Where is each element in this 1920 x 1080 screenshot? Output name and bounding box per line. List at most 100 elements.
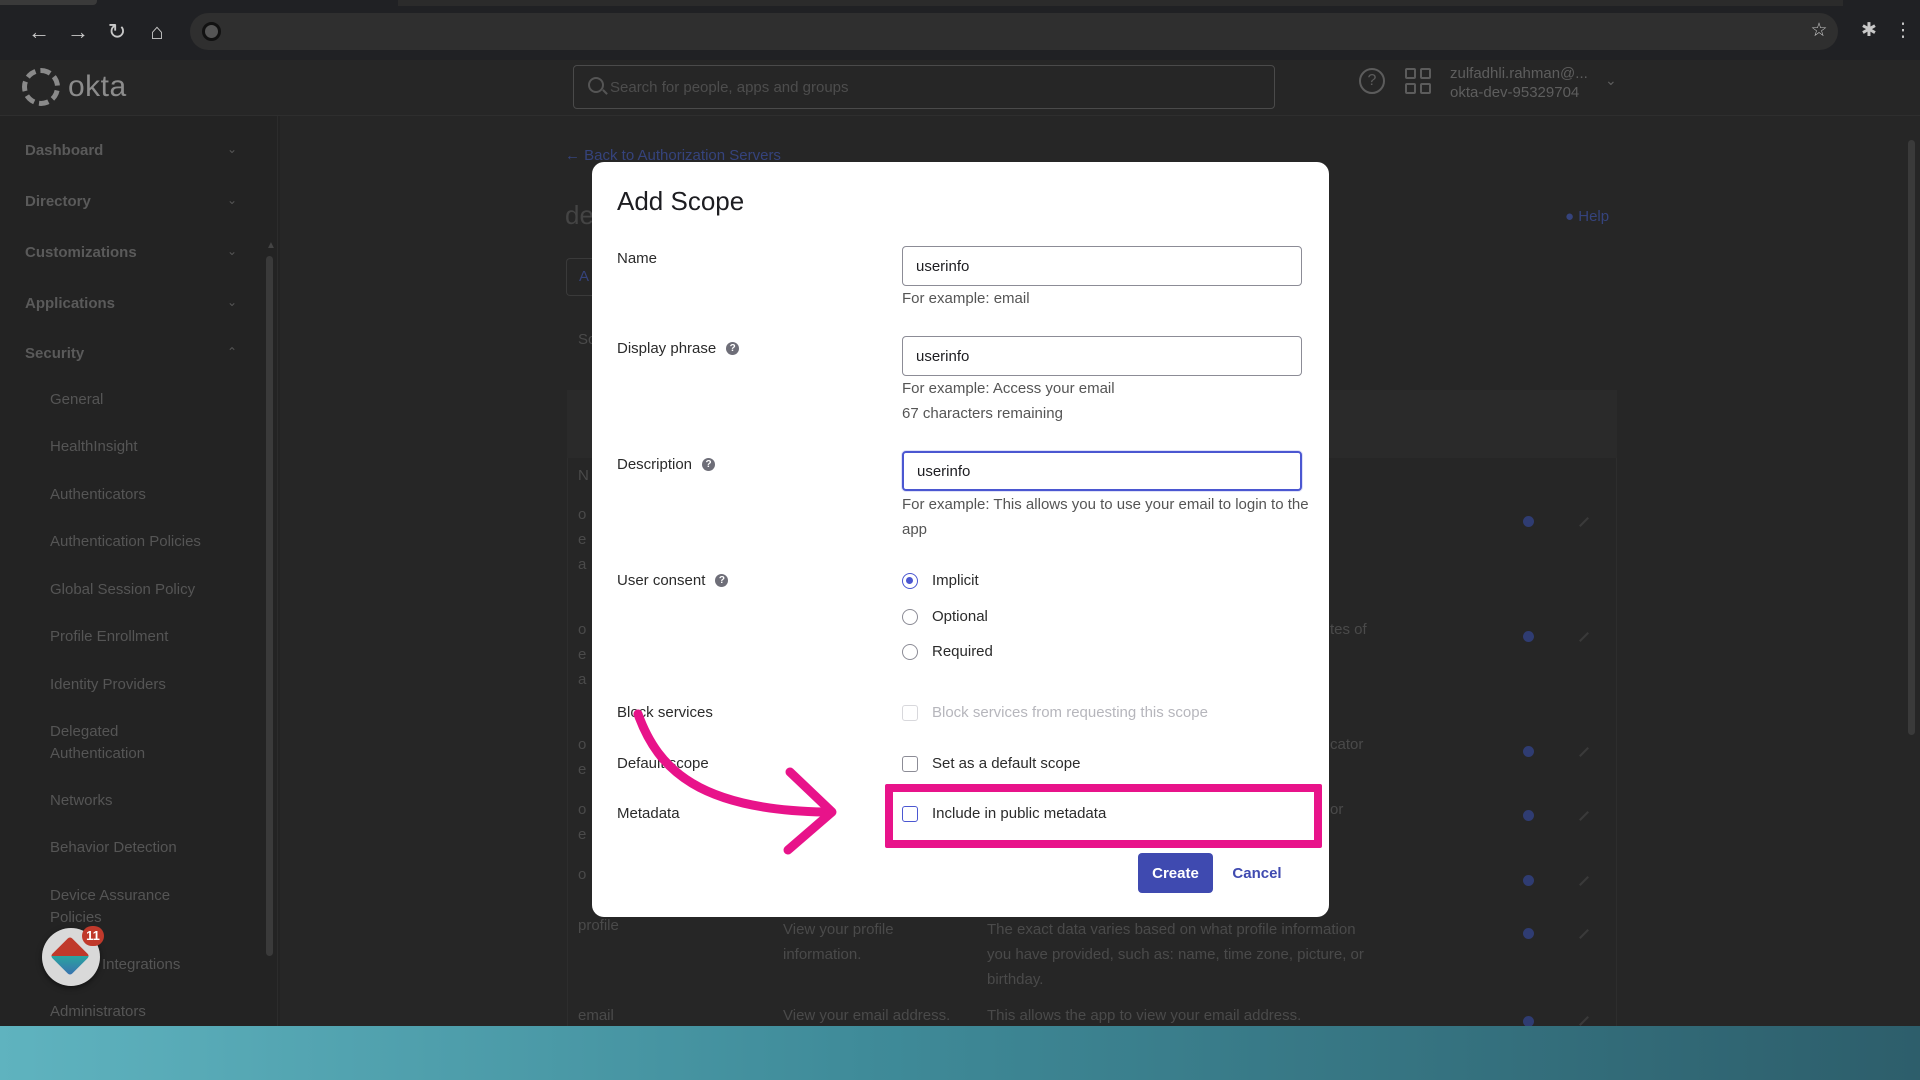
sidebar-item-directory[interactable]: Directory [25,193,91,210]
checkbox[interactable] [902,755,918,772]
address-bar[interactable] [190,13,1838,50]
forward-arrow-icon[interactable]: → [64,18,92,46]
bookmark-star-icon[interactable]: ☆ [1806,18,1832,44]
assistant-widget[interactable]: 11 [42,926,104,986]
sidebar-scrollbar[interactable] [266,256,273,956]
checkbox-label: Include in public metadata [932,805,1107,822]
scope-display-email: View your email address. [783,1007,951,1024]
radio-button[interactable] [902,643,918,660]
info-icon[interactable] [1523,928,1534,939]
default-scope-checkbox-row[interactable]: Set as a default scope [902,755,1080,772]
name-label: Name [617,250,657,267]
info-icon[interactable] [1523,631,1534,642]
okta-logo[interactable]: okta [22,68,127,106]
help-icon[interactable]: ? [1359,68,1385,94]
scope-description-profile: The exact data varies based on what prof… [987,921,1364,988]
site-info-icon[interactable] [202,22,221,41]
display-phrase-label: Display phrase ? [617,340,740,357]
sidebar-subitem-delegated-authentication[interactable]: Delegated Authentication [50,721,190,765]
sidebar-subitem-authenticators[interactable]: Authenticators [50,484,250,506]
sidebar-item-customizations[interactable]: Customizations [25,244,137,261]
public-metadata-checkbox-row[interactable]: Include in public metadata [902,805,1106,822]
info-icon[interactable] [1523,810,1534,821]
table-header-fragment: N [578,467,589,484]
question-icon[interactable]: ? [715,574,729,587]
radio-label: Optional [932,608,988,625]
question-icon[interactable]: ? [702,458,716,471]
page-scrollbar[interactable] [1908,140,1915,735]
table-row-fragment: tes of [1330,621,1367,638]
consent-option-optional[interactable]: Optional [902,608,988,625]
table-row-fragment: o [578,866,587,883]
scope-name-profile: profile [578,917,619,934]
sidebar-subitem-general[interactable]: General [50,389,250,411]
browser-tab[interactable] [0,0,97,5]
search-input[interactable] [610,66,1260,108]
sidebar-item-applications[interactable]: Applications [25,295,115,312]
consent-option-implicit[interactable]: Implicit [902,572,979,589]
annotation-arrow-icon [633,709,837,855]
display-phrase-input[interactable] [902,336,1302,376]
help-link[interactable]: ● Help [1565,208,1609,225]
sidebar-item-security[interactable]: Security [25,345,84,362]
user-menu[interactable]: zulfadhli.rahman@... okta-dev-95329704 [1450,64,1588,102]
browser-menu-icon[interactable]: ⋮ [1890,18,1916,44]
info-icon[interactable] [1523,516,1534,527]
info-icon[interactable] [1523,746,1534,757]
home-icon[interactable]: ⌂ [143,18,171,46]
description-input[interactable] [902,451,1302,491]
chevron-down-icon[interactable]: ⌄ [227,193,237,207]
app-grid-icon[interactable] [1405,68,1431,94]
page-title-fragment: de [565,200,594,230]
cancel-button[interactable]: Cancel [1225,853,1289,893]
table-row-fragment: a [578,671,587,688]
checkbox[interactable] [902,805,918,822]
display-phrase-label-text: Display phrase [617,340,717,357]
global-search[interactable] [573,65,1275,109]
table-row-fragment: or [1330,801,1344,818]
sidebar-subitem-networks[interactable]: Networks [50,790,250,812]
description-label: Description ? [617,456,716,473]
help-label: Help [1578,208,1610,225]
chevron-down-icon[interactable]: ⌄ [227,142,237,156]
sidebar-subitem-authentication-policies[interactable]: Authentication Policies [50,531,250,553]
notification-badge: 11 [82,926,104,946]
table-row-fragment: a [578,556,587,573]
sidebar-subitem-global-session-policy[interactable]: Global Session Policy [50,579,250,601]
sidebar-subitem-behavior-detection[interactable]: Behavior Detection [50,837,250,859]
sidebar-subitem-healthinsight[interactable]: HealthInsight [50,436,250,458]
checkbox [902,704,918,721]
dialog-title: Add Scope [617,186,745,216]
create-button[interactable]: Create [1138,853,1213,893]
user-email: zulfadhli.rahman@... [1450,65,1588,82]
chevron-down-icon[interactable]: ⌄ [227,295,237,309]
extensions-puzzle-icon[interactable]: ✱ [1856,18,1882,44]
table-row-fragment: o [578,801,587,818]
info-icon[interactable] [1523,875,1534,886]
okta-logo-icon [22,68,60,106]
radio-button[interactable] [902,608,918,625]
reload-icon[interactable]: ↻ [103,18,131,46]
chevron-up-icon[interactable]: ⌃ [227,345,237,359]
sidebar-subitem-device-assurance-policies[interactable]: Device Assurance Policies [50,885,190,929]
radio-button[interactable] [902,572,918,589]
sidebar-item-dashboard[interactable]: Dashboard [25,142,103,159]
sidebar-subitem-profile-enrollment[interactable]: Profile Enrollment [50,626,250,648]
background-tab-label: A [579,268,590,285]
chevron-down-icon[interactable]: ⌄ [227,244,237,258]
name-input[interactable] [902,246,1302,286]
scope-display-profile: View your profile information. [783,921,894,963]
radio-label: Implicit [932,572,979,589]
browser-tab-strip [398,0,1843,6]
chevron-down-icon[interactable]: ⌄ [1605,72,1617,89]
scroll-up-icon[interactable]: ▲ [266,240,276,251]
consent-option-required[interactable]: Required [902,643,993,660]
sidebar-subitem-identity-providers[interactable]: Identity Providers [50,674,250,696]
user-org: okta-dev-95329704 [1450,84,1580,101]
name-label-text: Name [617,250,658,267]
table-row-fragment: e [578,826,587,843]
question-icon[interactable]: ? [726,342,740,355]
back-arrow-icon[interactable]: ← [25,18,53,46]
sidebar-subitem-administrators[interactable]: Administrators [50,1001,250,1023]
sidebar-subitem-integrations[interactable]: Integrations [102,954,302,976]
